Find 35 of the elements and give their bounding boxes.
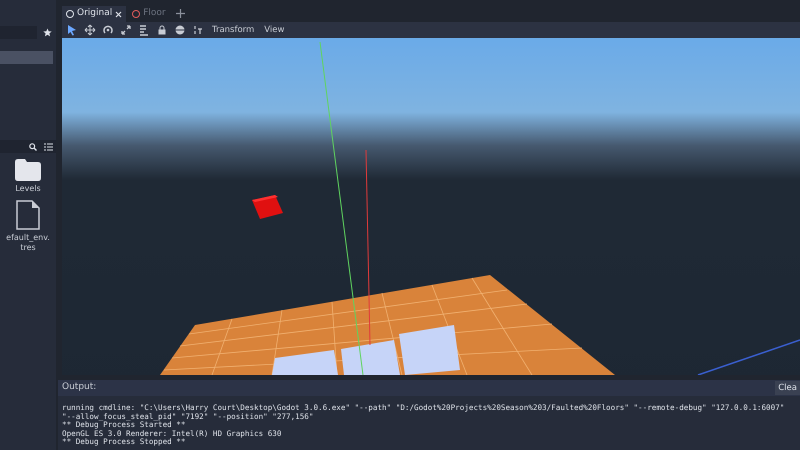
scale-icon [120,24,132,36]
block-drawing [399,325,460,375]
tool-button[interactable] [84,24,96,36]
panel-title: Output: [62,381,96,394]
tool-button[interactable] [66,24,78,36]
tool-button[interactable] [120,24,132,36]
scene-icon [66,10,74,18]
list-view-icon [44,142,53,150]
lock-icon [156,24,168,36]
scene-tab[interactable]: Original [62,6,126,22]
menu-button[interactable]: Transform [210,24,256,36]
block-drawing [272,350,338,375]
clear-button[interactable]: Clea [775,380,800,396]
file-name: Levels [14,184,42,194]
scene-icon [132,10,140,18]
snap-icon [192,24,204,36]
add-icon [176,9,185,18]
tool-button[interactable] [192,24,204,36]
folder-icon [15,159,41,181]
file-icon [16,200,40,230]
cube-drawing [252,195,283,219]
close-icon [115,10,122,18]
menu-button[interactable]: View [262,24,286,36]
list-icon [138,24,150,36]
move-icon [84,24,96,36]
file-name: efault_env.tres [5,233,51,253]
select-arrow-icon [66,24,78,36]
tool-button[interactable] [174,24,186,36]
star-icon [43,28,52,37]
rotate-icon [102,24,114,36]
tool-button[interactable] [138,24,150,36]
search-icon [29,142,37,150]
tool-button[interactable] [102,24,114,36]
block-drawing [341,340,400,375]
tool-button[interactable] [156,24,168,36]
